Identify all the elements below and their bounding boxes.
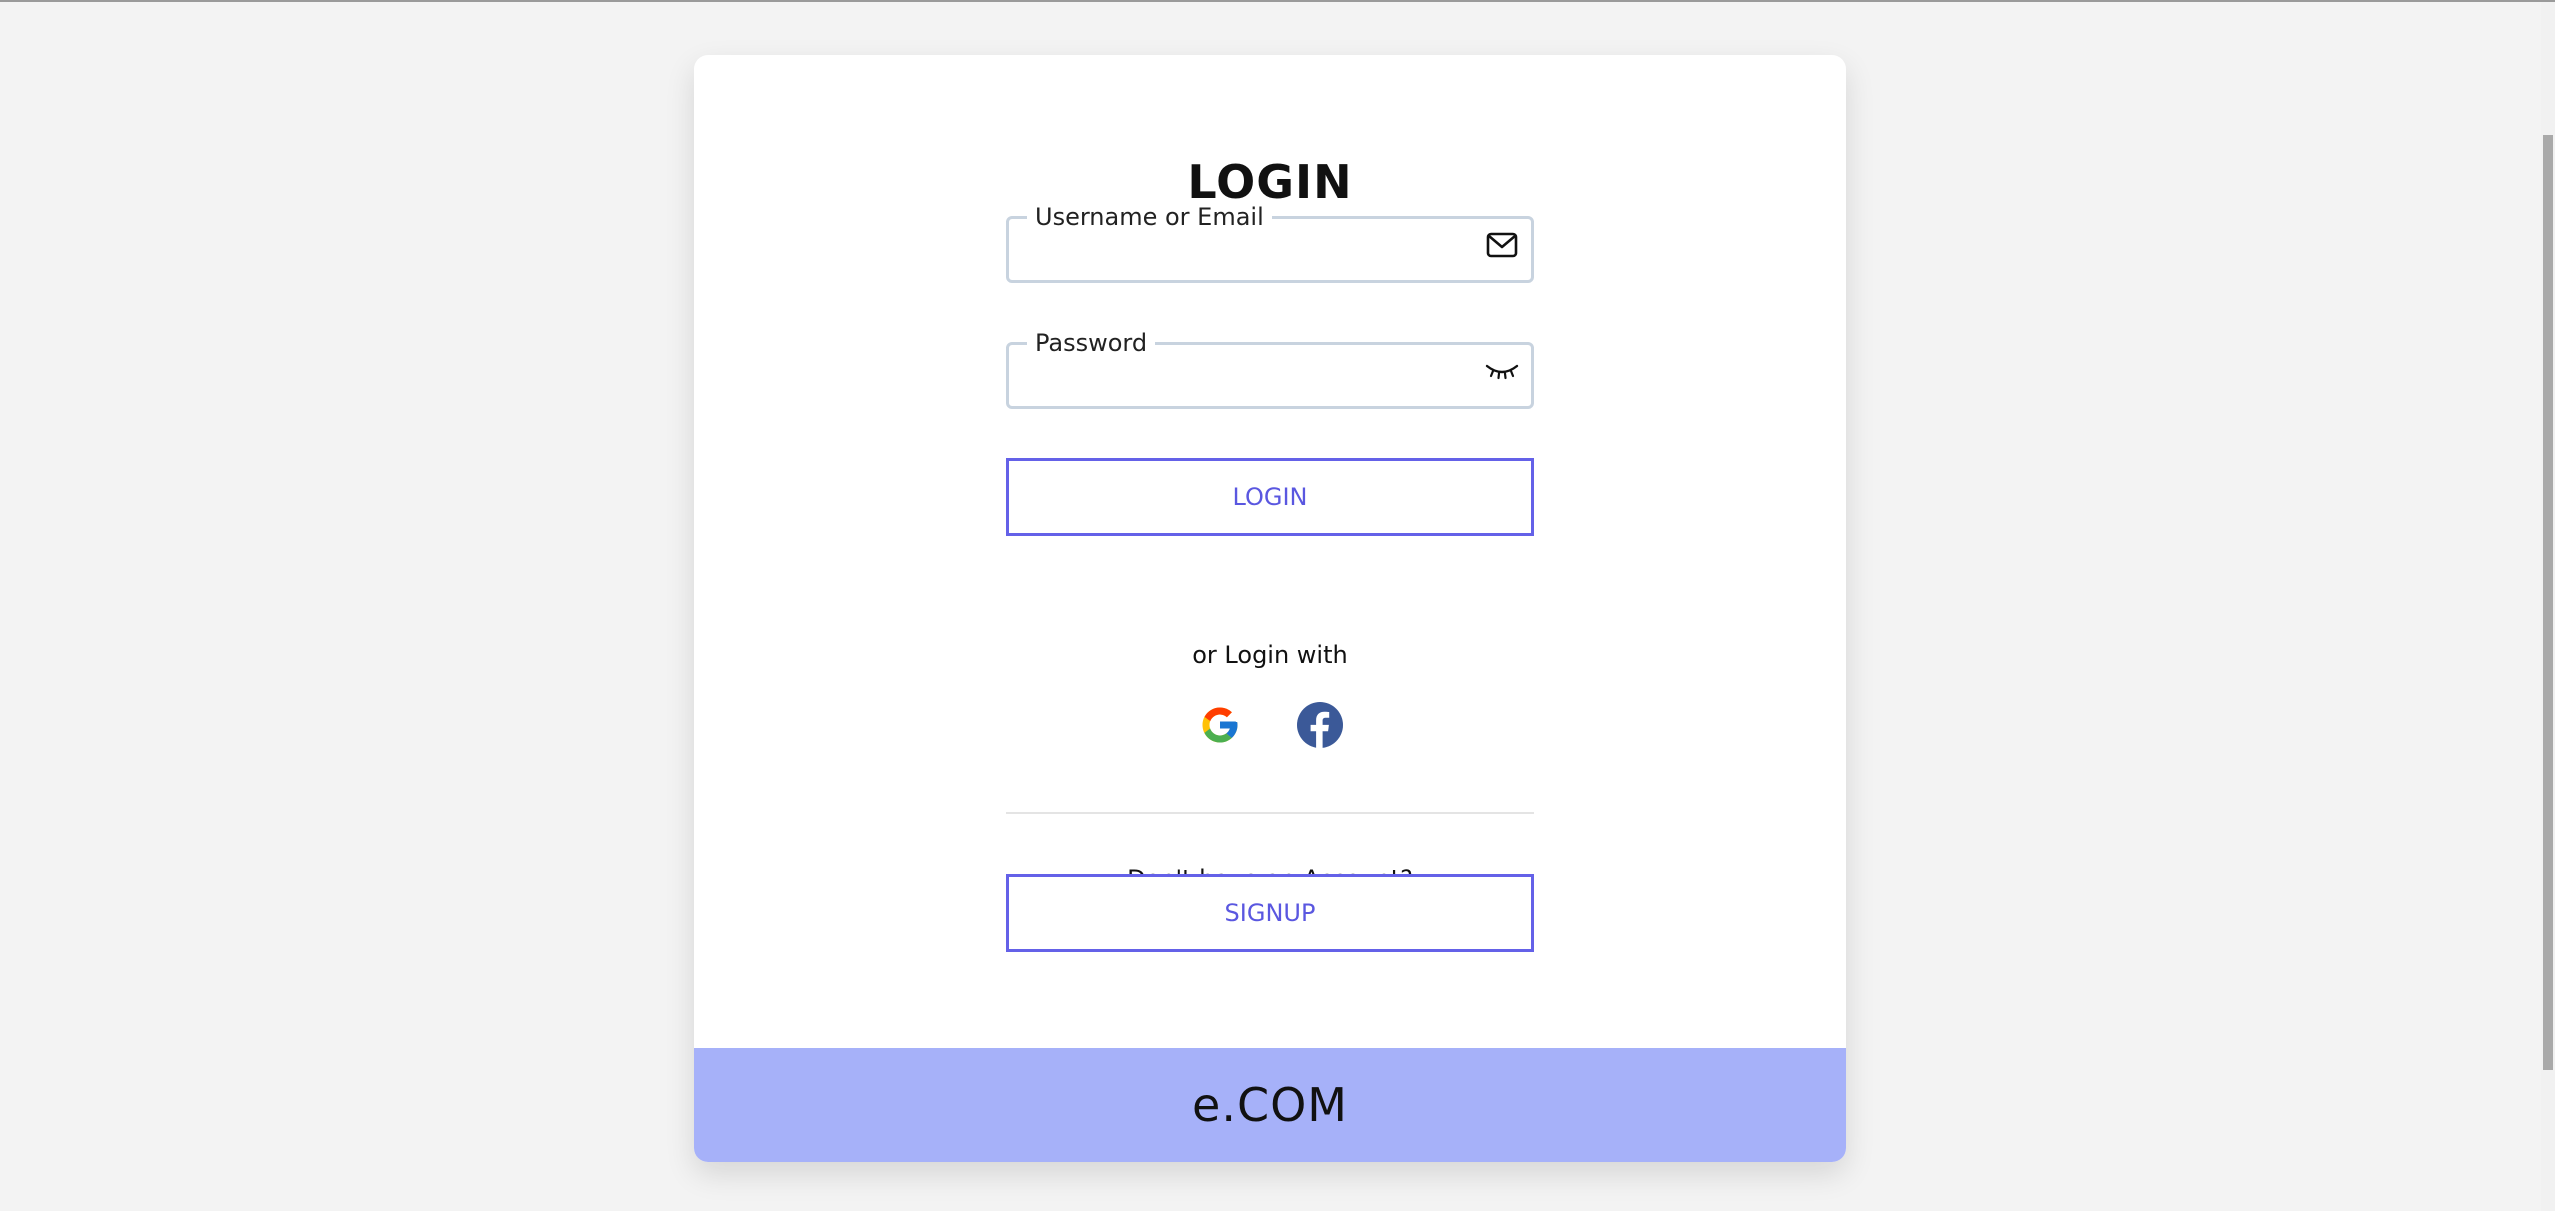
google-login-button[interactable]	[1196, 703, 1244, 751]
username-field-group: Username or Email	[1006, 205, 1534, 283]
password-field-group: Password	[1006, 331, 1534, 409]
facebook-icon	[1296, 701, 1344, 753]
or-login-with-text: or Login with	[1192, 641, 1348, 669]
password-input[interactable]	[1028, 357, 1452, 395]
card-footer: e.COM	[694, 1048, 1846, 1162]
signup-button[interactable]: SIGNUP	[1006, 874, 1534, 952]
login-button[interactable]: LOGIN	[1006, 458, 1534, 536]
google-icon	[1199, 704, 1241, 750]
window-top-border	[0, 0, 2555, 2]
login-card: LOGIN Username or Email Password LOGIN o…	[694, 55, 1846, 1162]
username-label: Username or Email	[1035, 203, 1264, 231]
page-title: LOGIN	[1187, 155, 1353, 209]
scrollbar-track[interactable]	[2541, 2, 2555, 1211]
eye-closed-icon[interactable]	[1482, 351, 1522, 391]
username-input[interactable]	[1028, 231, 1452, 269]
mail-icon	[1482, 225, 1522, 265]
scrollbar-thumb[interactable]	[2543, 135, 2553, 1070]
brand-logo-text: e.COM	[1192, 1078, 1348, 1132]
divider	[1006, 812, 1534, 814]
facebook-login-button[interactable]	[1296, 701, 1344, 753]
password-label: Password	[1035, 329, 1148, 357]
